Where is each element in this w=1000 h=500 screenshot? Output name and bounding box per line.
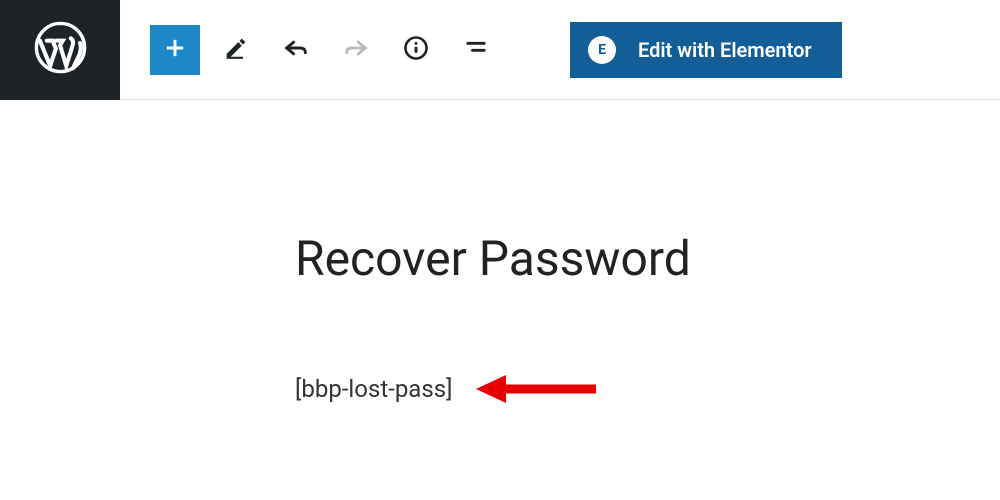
wordpress-icon xyxy=(33,20,88,79)
edit-with-elementor-label: Edit with Elementor xyxy=(638,38,812,62)
pencil-icon xyxy=(222,34,250,66)
info-button[interactable] xyxy=(392,26,440,74)
edit-mode-button[interactable] xyxy=(212,26,260,74)
wordpress-logo-button[interactable] xyxy=(0,0,120,100)
undo-button[interactable] xyxy=(272,26,320,74)
edit-with-elementor-button[interactable]: E Edit with Elementor xyxy=(570,22,842,78)
plus-icon xyxy=(161,34,189,66)
info-icon xyxy=(402,34,430,66)
shortcode-block-row: [bbp-lost-pass] xyxy=(295,369,1000,409)
page-title[interactable]: Recover Password xyxy=(295,230,1000,287)
list-icon xyxy=(462,34,490,66)
redo-button[interactable] xyxy=(332,26,380,74)
toolbar-icons-group xyxy=(150,25,500,75)
shortcode-block[interactable]: [bbp-lost-pass] xyxy=(295,375,453,403)
editor-topbar: E Edit with Elementor xyxy=(0,0,1000,100)
add-block-button[interactable] xyxy=(150,25,200,75)
outline-button[interactable] xyxy=(452,26,500,74)
editor-content: Recover Password [bbp-lost-pass] xyxy=(0,100,1000,409)
elementor-icon: E xyxy=(588,36,616,64)
undo-icon xyxy=(282,34,310,66)
redo-icon xyxy=(342,34,370,66)
annotation-arrow xyxy=(471,369,601,409)
